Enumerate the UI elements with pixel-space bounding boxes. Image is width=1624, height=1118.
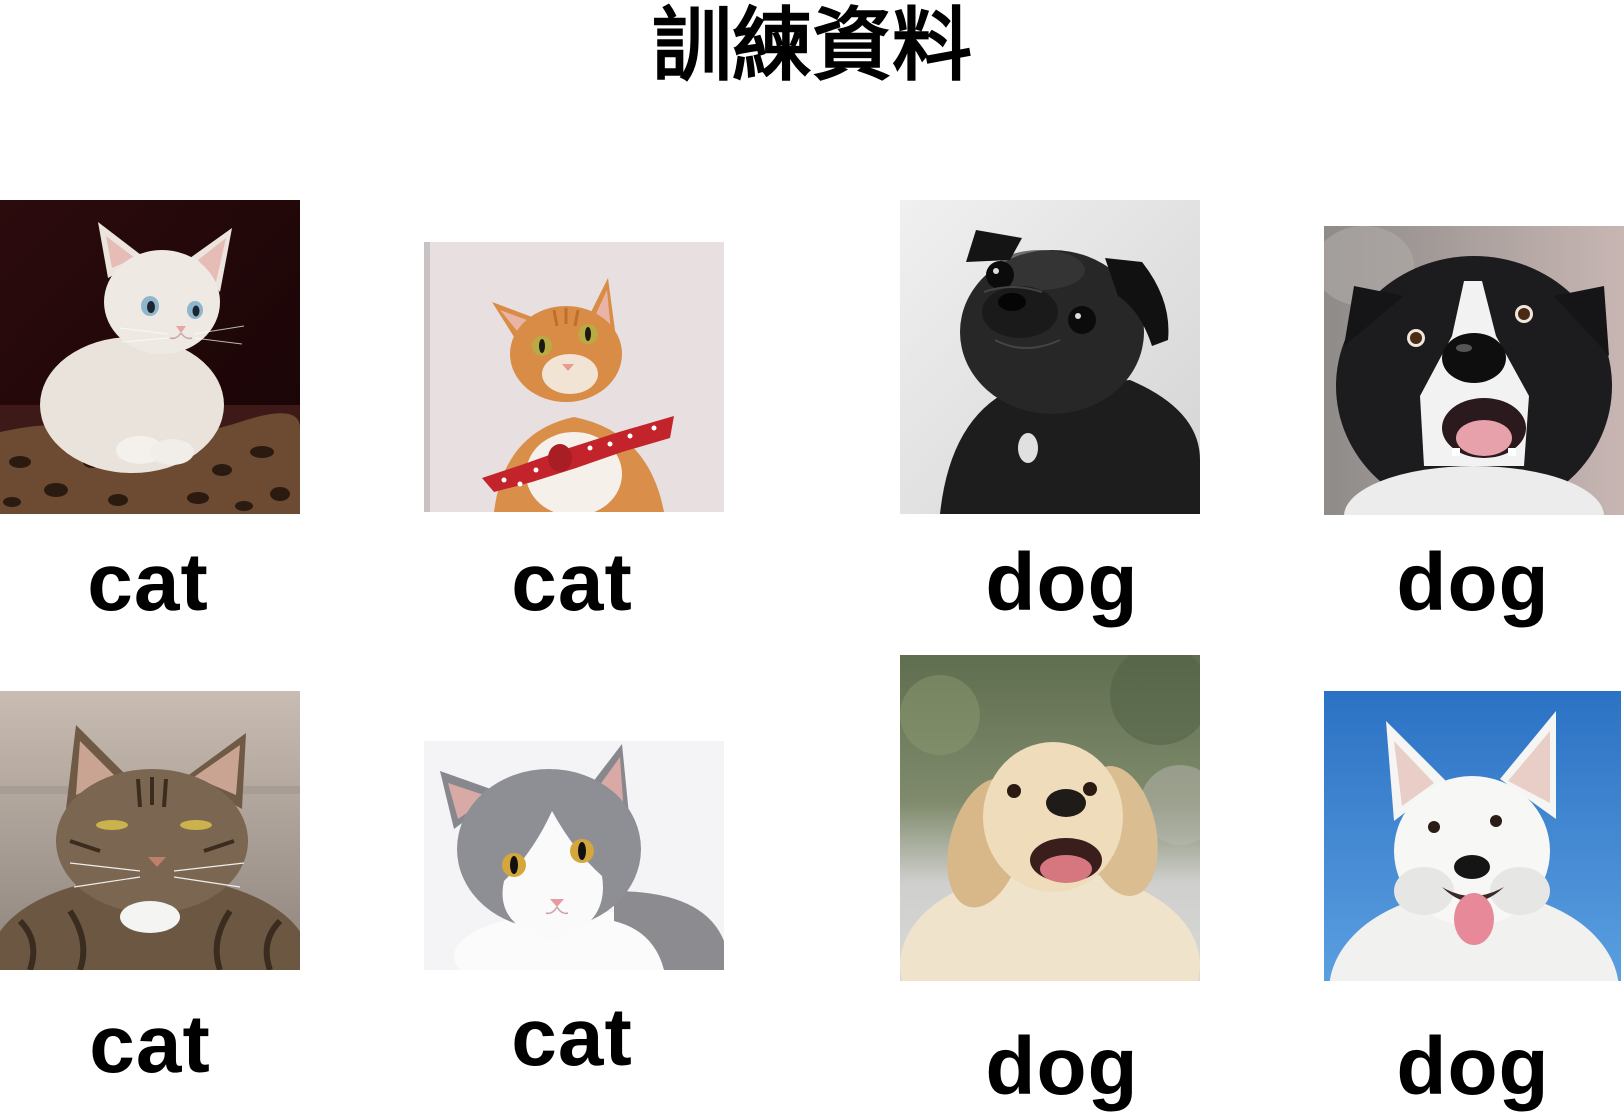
eye: [1490, 815, 1502, 827]
photo-dog-4: [1324, 691, 1621, 981]
muzzle: [982, 286, 1058, 338]
sample-label: dog: [1396, 1021, 1550, 1112]
photo-cat-4: [424, 741, 724, 970]
sample-label: dog: [985, 1021, 1139, 1112]
sample-label: dog: [1396, 537, 1550, 628]
eye: [1068, 306, 1096, 334]
eye: [986, 261, 1014, 289]
sample-label: cat: [511, 992, 633, 1083]
nose: [1046, 789, 1086, 817]
slide-title: 訓練資料: [652, 0, 972, 92]
eye: [96, 820, 128, 830]
photo-cat-3: [0, 691, 300, 970]
photo-cat-2: [424, 242, 724, 512]
collie-head: [1336, 256, 1612, 515]
sample-label: cat: [87, 537, 209, 628]
eye: [1007, 784, 1021, 798]
eye: [1083, 782, 1097, 796]
photo-dog-1: [900, 200, 1200, 514]
photo-cat-1: [0, 200, 300, 514]
eye: [1428, 821, 1440, 833]
photo-dog-2: [1324, 226, 1624, 515]
tongue: [1456, 420, 1512, 456]
sample-label: dog: [985, 537, 1139, 628]
kitten-body: [40, 337, 224, 473]
tongue: [1454, 893, 1494, 945]
sample-label: cat: [89, 999, 211, 1090]
sample-label: cat: [511, 537, 633, 628]
nose: [1442, 333, 1506, 383]
eye: [180, 820, 212, 830]
photo-dog-3: [900, 655, 1200, 981]
nose: [998, 293, 1026, 311]
tongue: [1040, 855, 1092, 883]
nose: [1454, 855, 1490, 879]
white-chest: [120, 901, 180, 933]
